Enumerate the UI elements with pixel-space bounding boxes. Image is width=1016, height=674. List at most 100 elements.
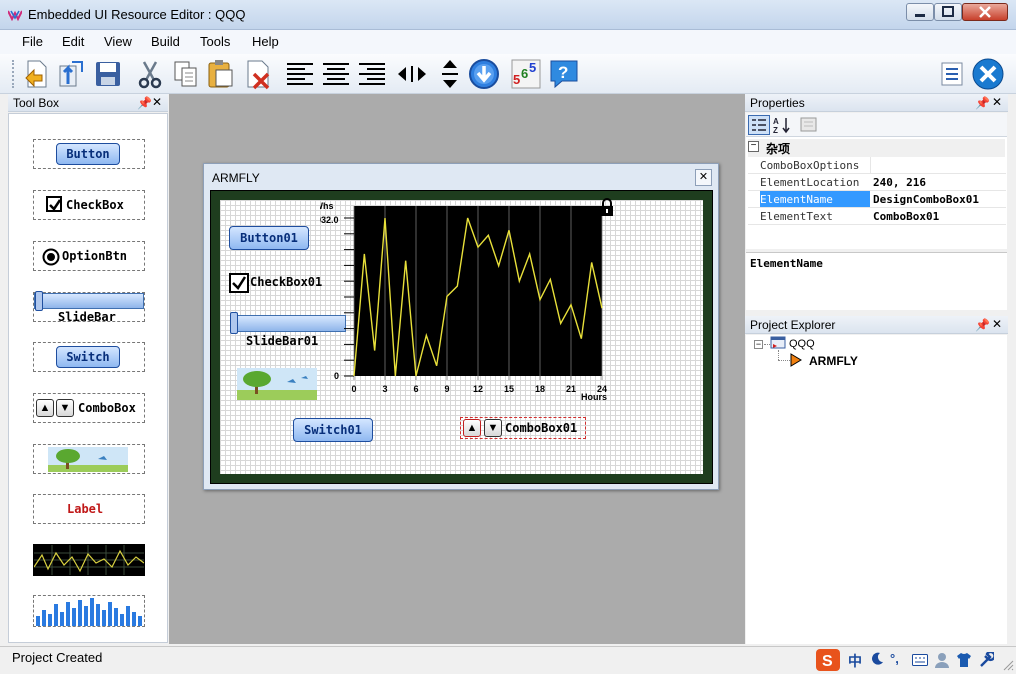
ime-tray: S 中 °, xyxy=(812,648,1016,673)
property-row-elementlocation[interactable]: ElementLocation 240, 216 xyxy=(748,174,1006,191)
toolbox-item-button[interactable]: Button xyxy=(33,139,145,169)
combobox-up-icon: ▲ xyxy=(36,399,54,417)
explorer-close-icon[interactable]: ✕ xyxy=(992,317,1002,331)
slidebar-track xyxy=(34,293,144,309)
toolbox-pin-icon[interactable]: 📌 xyxy=(137,96,152,110)
window-title: Embedded UI Resource Editor : QQQ xyxy=(28,7,246,22)
widget-switch01[interactable]: Switch01 xyxy=(293,418,373,442)
menu-file[interactable]: File xyxy=(22,34,43,49)
paste-icon[interactable] xyxy=(204,58,236,90)
property-pages-icon[interactable] xyxy=(800,116,818,134)
widget-slidebar01-label: SlideBar01 xyxy=(246,334,319,348)
combobox-down-icon: ▼ xyxy=(56,399,74,417)
tree-root-label[interactable]: QQQ xyxy=(789,338,815,350)
property-row-elementtext[interactable]: ElementText ComboBox01 xyxy=(748,208,1006,225)
widget-picture-tree-icon[interactable] xyxy=(237,368,317,400)
svg-text:5: 5 xyxy=(529,60,536,75)
explorer-pin-icon[interactable]: 📌 xyxy=(975,318,990,332)
delete-icon[interactable] xyxy=(242,58,274,90)
explorer-title: Project Explorer xyxy=(750,318,836,332)
categorized-view-icon[interactable] xyxy=(748,115,770,135)
widget-slidebar01-thumb[interactable] xyxy=(230,312,238,334)
close-window-button[interactable] xyxy=(962,3,1008,21)
sort-alphabetical-icon[interactable]: AZ xyxy=(772,115,792,135)
toolbox-slidebar-label: SlideBar xyxy=(58,310,116,324)
widget-button01[interactable]: Button01 xyxy=(229,226,309,250)
menu-edit[interactable]: Edit xyxy=(62,34,84,49)
toolbox-item-optionbtn[interactable]: OptionBtn xyxy=(33,241,145,271)
toolbox-close-icon[interactable]: ✕ xyxy=(152,95,162,109)
svg-text:Z: Z xyxy=(773,126,778,135)
slidebar-thumb xyxy=(35,291,43,311)
toolbox-item-graph[interactable] xyxy=(33,544,145,576)
status-bar: Project Created S 中 °, xyxy=(0,646,1016,674)
project-icon xyxy=(770,336,786,349)
user-icon[interactable] xyxy=(934,652,950,668)
horizontal-resize-icon[interactable] xyxy=(396,58,428,90)
graph-ylabel: KWhs xyxy=(320,201,334,211)
properties-close-icon[interactable]: ✕ xyxy=(992,95,1002,109)
menu-help[interactable]: Help xyxy=(252,34,279,49)
menu-view[interactable]: View xyxy=(104,34,132,49)
tools-wrench-icon[interactable] xyxy=(972,58,1004,90)
lock-icon xyxy=(601,198,613,216)
tree-collapse-icon[interactable]: − xyxy=(754,340,763,349)
keyboard-icon[interactable] xyxy=(912,654,928,666)
toolbox-item-picture[interactable] xyxy=(33,444,145,474)
property-row-elementname[interactable]: ElementName DesignComboBox01 xyxy=(748,191,1006,208)
settings-wrench-icon[interactable] xyxy=(978,652,994,668)
save-icon[interactable] xyxy=(92,58,124,90)
toolbox-item-slidebar[interactable]: SlideBar xyxy=(33,291,145,324)
minimize-icon xyxy=(915,14,925,17)
toolbox-item-checkbox[interactable]: CheckBox xyxy=(33,190,145,220)
widget-checkbox01-box[interactable] xyxy=(229,273,249,293)
resize-grip-icon[interactable] xyxy=(1002,659,1014,671)
graph-y-ticks xyxy=(344,217,354,377)
minimize-button[interactable] xyxy=(906,3,934,21)
toolbox-button-label: Button xyxy=(56,143,120,165)
dialog-close-button[interactable]: ✕ xyxy=(695,169,712,186)
property-category[interactable]: − 杂项 xyxy=(748,139,1005,157)
align-center-icon[interactable] xyxy=(320,58,352,90)
category-collapse-icon[interactable]: − xyxy=(748,141,759,152)
moon-icon[interactable] xyxy=(870,652,884,666)
property-row-comboboxoptions[interactable]: ComboBoxOptions xyxy=(748,157,1006,174)
vertical-resize-icon[interactable] xyxy=(434,58,466,90)
toolbox-item-switch[interactable]: Switch xyxy=(33,342,145,372)
toolbox-item-label[interactable]: Label xyxy=(33,494,145,524)
help-icon[interactable]: ? xyxy=(548,58,580,90)
skin-shirt-icon[interactable] xyxy=(956,652,972,668)
toolbar-grip[interactable] xyxy=(12,60,15,88)
number-format-icon[interactable]: 565 xyxy=(510,58,542,90)
cut-icon[interactable] xyxy=(134,58,166,90)
download-arrow-icon[interactable] xyxy=(468,58,500,90)
graph-x-tick-label: 3 xyxy=(382,384,387,394)
new-file-icon[interactable] xyxy=(20,58,52,90)
copy-icon[interactable] xyxy=(170,58,202,90)
toolbox-item-bargraph[interactable] xyxy=(33,595,145,627)
title-bar: Embedded UI Resource Editor : QQQ xyxy=(0,0,1016,30)
checklist-icon[interactable] xyxy=(936,58,968,90)
graph-ymax-label: 932.0 xyxy=(320,215,339,225)
maximize-button[interactable] xyxy=(934,3,962,21)
toolbox-item-combobox[interactable]: ▲ ▼ ComboBox xyxy=(33,393,145,423)
menu-tools[interactable]: Tools xyxy=(200,34,230,49)
bar-graph-icon xyxy=(36,598,142,626)
close-icon xyxy=(979,6,991,18)
properties-pin-icon[interactable]: 📌 xyxy=(975,96,990,110)
sogou-ime-icon[interactable]: S xyxy=(816,649,840,671)
graph-xlabel: Hours xyxy=(581,392,607,402)
ime-chinese-mode-icon[interactable]: 中 xyxy=(848,651,862,671)
open-file-icon[interactable] xyxy=(54,58,86,90)
widget-combobox01-up-icon[interactable]: ▲ xyxy=(463,419,481,437)
align-right-icon[interactable] xyxy=(356,58,388,90)
widget-graph[interactable]: 03691215182124 KWhs 932.0 0 Hours xyxy=(320,196,620,406)
punctuation-icon[interactable]: °, xyxy=(890,651,899,666)
close-icon: ✕ xyxy=(698,171,709,183)
widget-combobox01-selection[interactable]: ▲ ▼ ComboBox01 xyxy=(460,417,586,439)
tree-child-label[interactable]: ARMFLY xyxy=(809,354,858,368)
menu-build[interactable]: Build xyxy=(151,34,180,49)
widget-combobox01-down-icon[interactable]: ▼ xyxy=(484,419,502,437)
widget-checkbox01-label: CheckBox01 xyxy=(250,275,323,289)
align-left-icon[interactable] xyxy=(284,58,316,90)
